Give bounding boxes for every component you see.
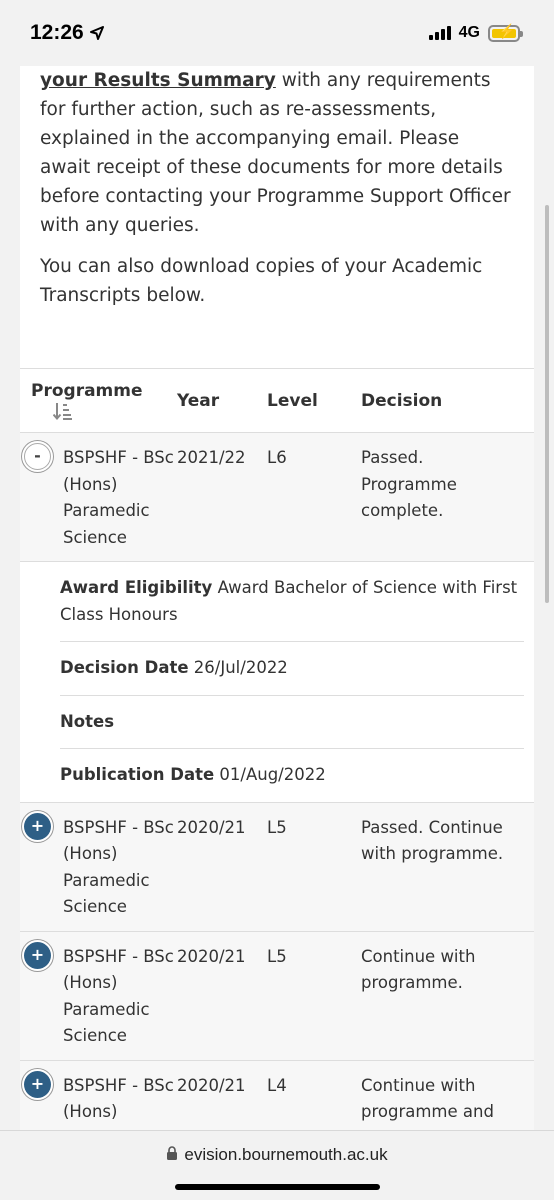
decision-cell: Passed. Continue with programme. (361, 802, 534, 932)
header-programme[interactable]: Programme (20, 368, 177, 433)
results-summary-link[interactable]: your Results Summary (40, 70, 276, 91)
decision-cell: Continue with programme. (361, 931, 534, 1061)
row-detail: Award Eligibility Award Bachelor of Scie… (20, 561, 534, 803)
collapse-row-button[interactable]: - (24, 443, 51, 470)
sort-icon[interactable] (53, 402, 73, 420)
signal-icon (428, 26, 451, 40)
decision-cell: Passed. Programme complete. (361, 432, 534, 562)
location-arrow-icon (89, 26, 104, 40)
year-cell: 2020/21 (177, 1060, 267, 1130)
programme-cell: BSPSHF - BSc (Hons) Paramedic Science (63, 448, 174, 547)
status-time: 12:26 (30, 21, 104, 45)
decision-date: Decision Date 26/Jul/2022 (60, 642, 524, 696)
home-indicator (175, 1184, 380, 1190)
status-bar: 12:26 4G ⚡ (0, 0, 554, 66)
status-indicators: 4G ⚡ (428, 24, 523, 42)
decision-cell: Continue with programme and complete (361, 1060, 534, 1130)
programme-cell: BSPSHF - BSc (Hons) Paramedic Science (63, 817, 174, 917)
time-text: 12:26 (30, 21, 84, 44)
programme-cell: BSPSHF - BSc (Hons) Paramedic Science (63, 1075, 174, 1131)
year-cell: 2020/21 (177, 931, 267, 1061)
header-decision[interactable]: Decision (361, 368, 534, 433)
notes: Notes (60, 696, 524, 749)
award-eligibility: Award Eligibility Award Bachelor of Scie… (60, 562, 524, 642)
lock-icon (167, 1146, 178, 1160)
year-cell: 2020/21 (177, 802, 267, 932)
results-table: Programme Year Level Decision - BSPSHF - … (20, 368, 534, 1130)
table-header-row: Programme Year Level Decision (20, 368, 534, 433)
year-cell: 2021/22 (177, 432, 267, 562)
table-row: + BSPSHF - BSc (Hons) Paramedic Science 2… (20, 931, 534, 1061)
intro-paragraph-2: You can also download copies of your Aca… (40, 256, 483, 306)
level-cell: L6 (267, 432, 361, 562)
level-cell: L4 (267, 1060, 361, 1130)
table-row: - BSPSHF - BSc (Hons) Paramedic Science 2… (20, 432, 534, 562)
table-row: + BSPSHF - BSc (Hons) Paramedic Science 2… (20, 1060, 534, 1130)
network-type: 4G (458, 24, 480, 41)
intro-text: your Results Summary with any requiremen… (20, 66, 534, 310)
intro-paragraph-1: your Results Summary with any requiremen… (40, 66, 514, 240)
scrollbar[interactable] (545, 205, 549, 603)
intro-paragraph-1-text: with any requirements for further action… (40, 70, 511, 236)
battery-charging-icon: ⚡ (488, 24, 523, 42)
publication-date: Publication Date 01/Aug/2022 (60, 765, 326, 784)
expand-row-button[interactable]: + (24, 941, 51, 969)
header-level[interactable]: Level (267, 368, 361, 433)
expand-row-button[interactable]: + (24, 812, 51, 840)
level-cell: L5 (267, 931, 361, 1061)
results-page: your Results Summary with any requiremen… (20, 66, 534, 1130)
expand-row-button[interactable]: + (24, 1070, 51, 1098)
level-cell: L5 (267, 802, 361, 932)
header-year[interactable]: Year (177, 368, 267, 433)
table-row: + BSPSHF - BSc (Hons) Paramedic Science 2… (20, 802, 534, 932)
programme-cell: BSPSHF - BSc (Hons) Paramedic Science (63, 946, 174, 1046)
url-domain: evision.bournemouth.ac.uk (184, 1145, 388, 1164)
